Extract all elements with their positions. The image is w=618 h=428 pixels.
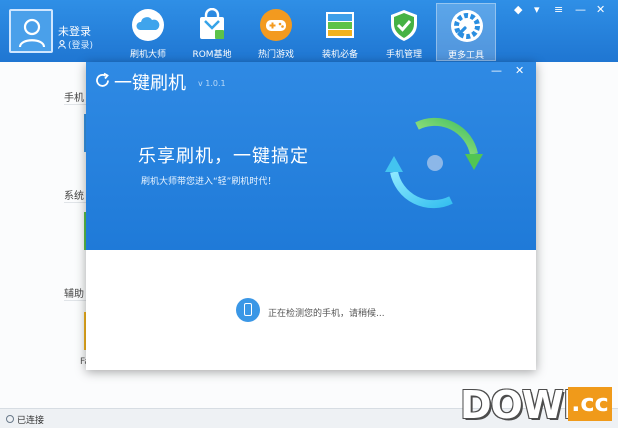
section-heading: 手机	[64, 93, 84, 104]
app-stack-icon	[326, 12, 354, 38]
nav-item-phone-manager[interactable]: 手机管理	[374, 3, 434, 61]
flash-dialog: 一键刷机 v 1.0.1 — ✕ 乐享刷机，一键搞定 刷机大师带您进入“轻”刷机…	[86, 62, 536, 370]
avatar[interactable]	[9, 9, 53, 53]
nav-item-hot-games[interactable]: 热门游戏	[246, 3, 306, 61]
shield-check-icon	[391, 10, 417, 41]
watermark-suffix: .cc	[568, 387, 612, 421]
nav-label: 装机必备	[321, 50, 358, 60]
section-heading: 系统	[64, 191, 84, 202]
shopping-bag-icon	[200, 8, 224, 39]
subtitle: 刷机大师带您进入“轻”刷机时代！	[141, 177, 277, 187]
nav-label: ROM基地	[192, 50, 232, 60]
wrench-gear-icon	[451, 10, 483, 42]
detect-status: 正在检测您的手机，请稍候...	[268, 309, 385, 319]
dialog-header: 一键刷机 v 1.0.1 — ✕ 乐享刷机，一键搞定 刷机大师带您进入“轻”刷机…	[86, 62, 536, 250]
dialog-minimize-icon[interactable]: —	[491, 64, 502, 77]
nav-label: 手机管理	[385, 50, 422, 60]
person-icon	[58, 40, 66, 49]
slogan: 乐享刷机，一键搞定	[138, 146, 309, 167]
top-bar: 未登录 (登录) 刷机大师 ROM基地 热门游戏 装机必备 手机管理 更多工具 …	[0, 0, 618, 62]
nav-label: 更多工具	[447, 51, 484, 61]
shirt-icon[interactable]: ▾	[534, 4, 540, 16]
connection-icon	[6, 415, 14, 423]
section-heading: 辅助	[64, 289, 84, 300]
nav-item-more-tools[interactable]: 更多工具	[436, 3, 496, 61]
nav-label: 热门游戏	[257, 50, 294, 60]
login-link[interactable]: (登录)	[58, 38, 93, 51]
skin-icon[interactable]: ◆	[514, 4, 522, 16]
nav-item-rom-base[interactable]: ROM基地	[182, 3, 242, 61]
user-icon	[18, 18, 46, 48]
cloud-icon	[132, 9, 164, 41]
minimize-icon[interactable]: —	[575, 4, 586, 16]
phone-icon	[236, 298, 260, 322]
gamepad-icon	[260, 9, 292, 41]
menu-icon[interactable]: ≡	[554, 4, 563, 16]
divider	[64, 202, 86, 203]
watermark-logo: DOWN .cc	[460, 383, 612, 427]
nav-item-flash-master[interactable]: 刷机大师	[118, 3, 178, 61]
divider	[64, 300, 86, 301]
dialog-close-icon[interactable]: ✕	[515, 64, 524, 77]
version-label: v 1.0.1	[198, 79, 226, 88]
nav-item-essential-apps[interactable]: 装机必备	[310, 3, 370, 61]
dialog-title: 一键刷机	[114, 73, 186, 94]
login-link-label: (登录)	[68, 41, 94, 51]
close-icon[interactable]: ✕	[596, 4, 605, 16]
connection-status: 已连接	[17, 416, 45, 426]
refresh-icon	[96, 72, 109, 87]
divider	[64, 104, 86, 105]
nav-label: 刷机大师	[129, 50, 166, 60]
sync-spinner-icon	[385, 117, 483, 209]
user-name: 未登录	[58, 25, 91, 38]
